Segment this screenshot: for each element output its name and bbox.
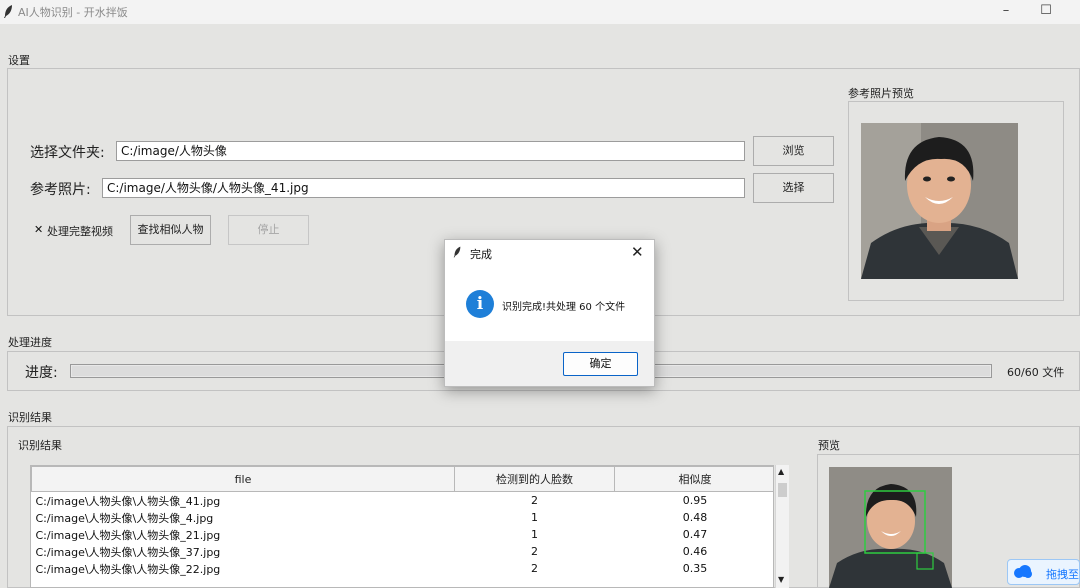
find-similar-button[interactable]: 查找相似人物 xyxy=(130,215,211,245)
table-row[interactable]: C:/image\人物头像\人物头像_41.jpg 2 0.95 xyxy=(32,492,774,510)
result-photo xyxy=(829,467,952,588)
table-row[interactable]: C:/image\人物头像\人物头像_37.jpg 2 0.46 xyxy=(32,543,774,560)
similarity-cell: 0.35 xyxy=(682,562,708,575)
settings-group-label: 设置 xyxy=(8,54,30,67)
dialog-title: 完成 xyxy=(470,248,492,261)
checkbox-check-icon[interactable]: ✕ xyxy=(34,223,43,236)
reference-photo xyxy=(861,123,1018,279)
folder-label: 选择文件夹: xyxy=(30,145,105,161)
reference-photo-input[interactable]: C:/image/人物头像/人物头像_41.jpg xyxy=(102,178,745,198)
similarity-cell: 0.46 xyxy=(682,545,708,558)
file-cell: C:/image\人物头像\人物头像_22.jpg xyxy=(35,562,221,576)
scrollbar-thumb[interactable] xyxy=(778,483,787,497)
dialog-message: 识别完成!共处理 60 个文件 xyxy=(502,302,626,313)
folder-input[interactable]: C:/image/人物头像 xyxy=(116,141,745,161)
face-count-cell: 2 xyxy=(531,562,538,575)
table-row[interactable]: C:/image\人物头像\人物头像_4.jpg 1 0.48 xyxy=(32,509,774,526)
title-bar: AI人物识别 - 开水拌饭 – ☐ xyxy=(0,0,1080,24)
results-table: file 检测到的人脸数 相似度 C:/image\人物头像\人物头像_41.j… xyxy=(31,466,774,577)
progress-group-label: 处理进度 xyxy=(8,336,52,349)
file-cell: C:/image\人物头像\人物头像_37.jpg xyxy=(35,545,221,559)
file-cell: C:/image\人物头像\人物头像_41.jpg xyxy=(35,494,221,508)
file-cell: C:/image\人物头像\人物头像_4.jpg xyxy=(35,511,214,525)
file-cell: C:/image\人物头像\人物头像_21.jpg xyxy=(35,528,221,542)
close-icon[interactable]: ✕ xyxy=(631,243,644,261)
window-title: AI人物识别 - 开水拌饭 xyxy=(18,6,128,19)
minimize-button[interactable]: – xyxy=(996,2,1016,20)
feather-icon xyxy=(453,246,461,258)
cloud-icon xyxy=(1014,565,1032,578)
face-count-cell: 2 xyxy=(531,494,538,507)
progress-label: 进度: xyxy=(25,365,58,381)
column-header-file[interactable]: file xyxy=(31,466,455,492)
scroll-up-arrow-icon[interactable]: ▲ xyxy=(778,467,784,476)
column-header-face-count[interactable]: 检测到的人脸数 xyxy=(454,466,615,492)
stop-button[interactable]: 停止 xyxy=(228,215,309,245)
results-scrollbar[interactable]: ▲ ▼ xyxy=(775,465,789,588)
result-preview-label: 预览 xyxy=(818,439,840,452)
table-header-row: file 检测到的人脸数 相似度 xyxy=(31,466,773,492)
results-group-label: 识别结果 xyxy=(8,411,52,424)
select-button[interactable]: 选择 xyxy=(753,173,834,203)
face-count-cell: 1 xyxy=(531,511,538,524)
column-header-similarity[interactable]: 相似度 xyxy=(614,466,773,492)
similarity-cell: 0.47 xyxy=(682,528,708,541)
feather-icon xyxy=(4,5,12,18)
scroll-down-arrow-icon[interactable]: ▼ xyxy=(778,575,784,584)
progress-count: 60/60 文件 xyxy=(1007,366,1065,379)
reference-photo-label: 参考照片: xyxy=(30,182,91,198)
face-count-cell: 1 xyxy=(531,528,538,541)
drag-upload-badge[interactable]: 拖拽至 xyxy=(1007,559,1080,585)
face-count-cell: 2 xyxy=(531,545,538,558)
maximize-button[interactable]: ☐ xyxy=(1036,2,1056,20)
info-icon: i xyxy=(466,290,494,318)
similarity-cell: 0.95 xyxy=(682,494,708,507)
dialog-footer: 确定 xyxy=(445,341,654,386)
results-table-container: file 检测到的人脸数 相似度 C:/image\人物头像\人物头像_41.j… xyxy=(30,465,774,588)
reference-preview-label: 参考照片预览 xyxy=(848,87,914,100)
drag-upload-label: 拖拽至 xyxy=(1046,568,1079,581)
table-row[interactable]: C:/image\人物头像\人物头像_22.jpg 2 0.35 xyxy=(32,560,774,577)
table-row[interactable]: C:/image\人物头像\人物头像_21.jpg 1 0.47 xyxy=(32,526,774,543)
reference-preview-frame xyxy=(848,101,1064,301)
completion-dialog: 完成 ✕ i 识别完成!共处理 60 个文件 确定 xyxy=(444,239,655,387)
browse-button[interactable]: 浏览 xyxy=(753,136,834,166)
ok-button[interactable]: 确定 xyxy=(563,352,638,376)
full-video-checkbox-label[interactable]: 处理完整视频 xyxy=(47,223,113,239)
results-sub-label: 识别结果 xyxy=(18,439,62,452)
similarity-cell: 0.48 xyxy=(682,511,708,524)
